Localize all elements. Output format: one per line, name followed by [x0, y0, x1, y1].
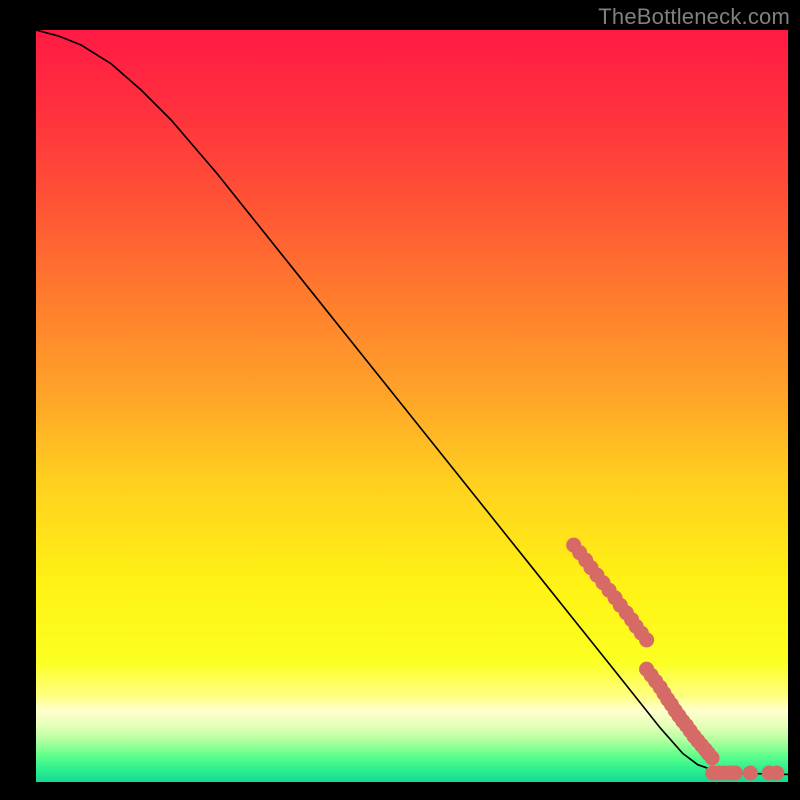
chart-overlay [36, 30, 788, 782]
plot-area [36, 30, 788, 782]
chart-canvas: TheBottleneck.com [0, 0, 800, 800]
scatter-point [639, 632, 654, 647]
curve-line [36, 30, 788, 774]
watermark-text: TheBottleneck.com [598, 4, 790, 30]
scatter-point [769, 765, 784, 780]
scatter-point [743, 765, 758, 780]
scatter-point [728, 765, 743, 780]
scatter-point [705, 750, 720, 765]
